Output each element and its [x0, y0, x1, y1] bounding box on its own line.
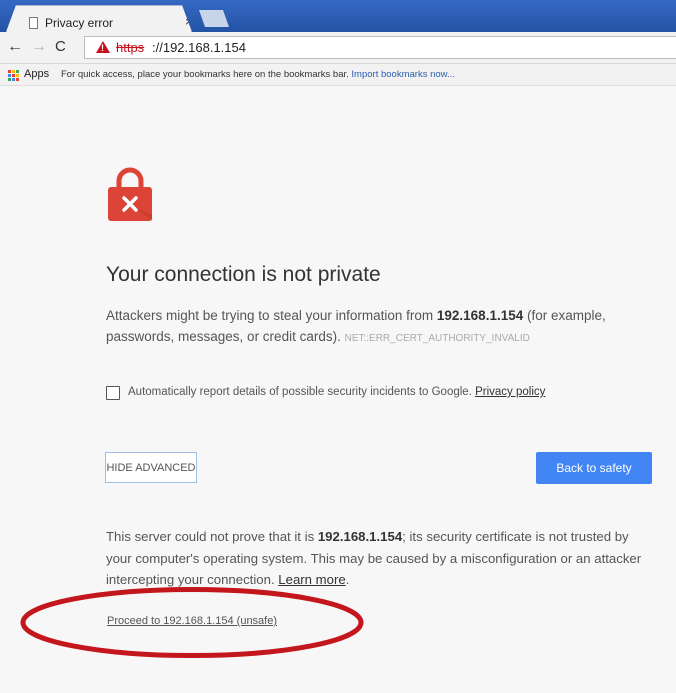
bookmarks-hint: For quick access, place your bookmarks h…: [61, 69, 455, 80]
new-tab-button[interactable]: [199, 10, 229, 27]
address-bar[interactable]: ! https ://192.168.1.154: [84, 36, 676, 59]
page-icon: [29, 17, 38, 29]
bookmarks-hint-text: For quick access, place your bookmarks h…: [61, 69, 349, 80]
details-text: This server could not prove that it is 1…: [106, 526, 656, 591]
error-code[interactable]: NET::ERR_CERT_AUTHORITY_INVALID: [345, 333, 530, 344]
page-title: Your connection is not private: [106, 263, 381, 286]
details-pre: This server could not prove that it is: [106, 529, 318, 544]
close-icon[interactable]: ×: [185, 15, 193, 29]
tab-privacy-error[interactable]: Privacy error ×: [6, 5, 192, 32]
warning-icon-mark: !: [101, 43, 104, 53]
details-host: 192.168.1.154: [317, 529, 403, 544]
import-bookmarks-link[interactable]: Import bookmarks now...: [351, 69, 454, 80]
explanation-host: 192.168.1.154: [436, 308, 524, 323]
hide-advanced-button[interactable]: HIDE ADVANCED: [105, 452, 197, 483]
forward-arrow-icon[interactable]: →: [31, 39, 47, 55]
browser-window: Privacy error × ← → C ! https ://192.168…: [0, 0, 676, 693]
back-to-safety-button[interactable]: Back to safety: [536, 452, 652, 484]
reload-icon[interactable]: C: [55, 39, 66, 55]
report-text: Automatically report details of possible…: [128, 386, 476, 398]
apps-button[interactable]: Apps: [24, 68, 49, 80]
error-explanation: Attackers might be trying to steal your …: [106, 305, 651, 349]
url-host: ://192.168.1.154: [152, 40, 246, 55]
url-scheme: https: [116, 40, 145, 55]
explanation-pre: Attackers might be trying to steal your …: [106, 308, 437, 323]
tab-title: Privacy error: [45, 16, 114, 30]
apps-icon[interactable]: [8, 70, 19, 81]
bookmarks-bar: Apps For quick access, place your bookma…: [0, 64, 676, 86]
report-label: Automatically report details of possible…: [128, 386, 545, 398]
back-arrow-icon[interactable]: ←: [7, 39, 23, 55]
privacy-policy-link[interactable]: Privacy policy: [475, 386, 545, 398]
toolbar: ← → C ! https ://192.168.1.154: [0, 32, 676, 64]
tab-strip: Privacy error ×: [0, 0, 676, 32]
proceed-unsafe-link[interactable]: Proceed to 192.168.1.154 (unsafe): [107, 615, 277, 627]
report-checkbox[interactable]: [106, 386, 120, 400]
details-end: .: [345, 572, 350, 587]
lock-error-icon: [108, 167, 152, 221]
learn-more-link[interactable]: Learn more: [278, 572, 345, 587]
